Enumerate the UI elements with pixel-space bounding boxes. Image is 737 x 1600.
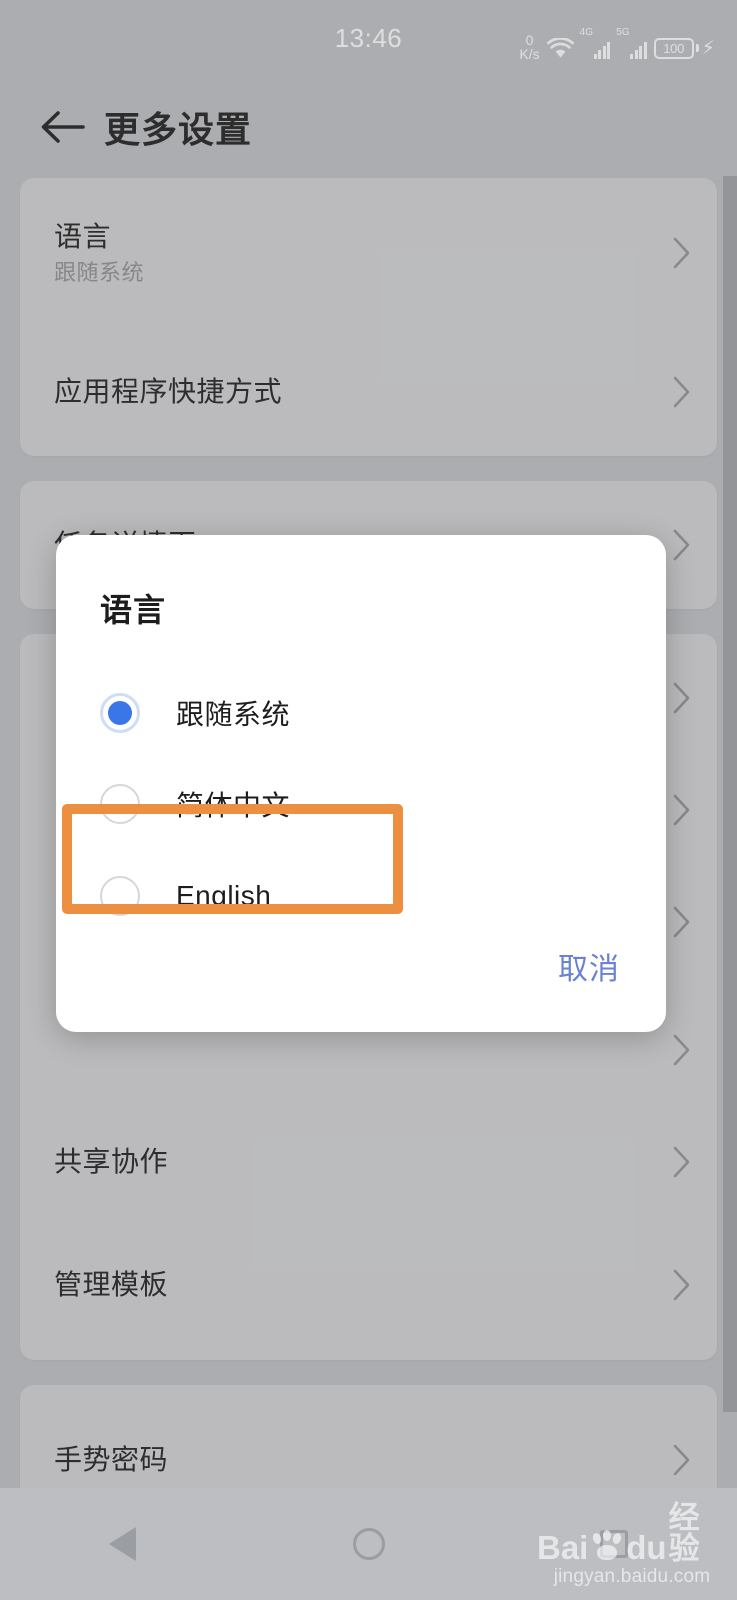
radio-option-label: 简体中文	[176, 789, 291, 821]
status-icons: 0 K/s 4G 5G 100 ⚡	[519, 28, 715, 68]
signal-5g-icon: 5G	[616, 28, 647, 59]
language-dialog: 语言 跟随系统 简体中文 English 取消	[56, 535, 666, 1032]
app-bar: 更多设置	[0, 76, 737, 178]
signal-4g-icon: 4G	[580, 28, 611, 59]
settings-row-share-collab[interactable]: 共享协作	[20, 1114, 717, 1210]
cancel-button[interactable]: 取消	[554, 938, 624, 994]
settings-row-gesture-password[interactable]: 手势密码	[20, 1385, 717, 1488]
radio-icon-unselected[interactable]	[100, 875, 140, 916]
row-subtitle: 跟随系统	[54, 260, 145, 286]
settings-row-app-shortcuts[interactable]: 应用程序快捷方式	[20, 328, 717, 456]
chevron-right-icon	[671, 1443, 693, 1477]
chevron-right-icon	[671, 793, 693, 827]
battery-level-text: 100	[653, 37, 694, 59]
chevron-right-icon	[671, 375, 693, 409]
signal-4g-bars	[593, 42, 611, 59]
settings-card: 手势密码	[20, 1385, 717, 1488]
signal-5g-label: 5G	[616, 27, 630, 38]
chevron-right-icon	[671, 905, 693, 939]
radio-option-label: English	[176, 879, 272, 911]
chevron-right-icon	[671, 528, 693, 562]
battery-icon: 100 ⚡	[653, 37, 715, 59]
signal-5g-bars	[630, 42, 647, 59]
row-title: 手势密码	[54, 1444, 169, 1476]
row-text: 管理模板	[54, 1269, 671, 1300]
row-text: 手势密码	[54, 1444, 671, 1475]
wifi-icon	[546, 36, 574, 59]
phone-screen: 13:46 0 K/s 4G 5G 100 ⚡ 更多设置 语言 跟随系统 应用程…	[0, 0, 737, 1600]
row-title: 语言	[54, 220, 112, 252]
navigation-bar	[0, 1488, 737, 1600]
row-title: 应用程序快捷方式	[54, 376, 283, 408]
radio-icon-unselected[interactable]	[100, 783, 140, 824]
dialog-title: 语言	[100, 592, 167, 628]
chevron-right-icon	[671, 236, 693, 270]
scrollbar[interactable]	[723, 176, 737, 1412]
charging-bolt-icon: ⚡	[701, 37, 715, 59]
radio-icon-selected[interactable]	[100, 692, 140, 733]
radio-option-english[interactable]: English	[56, 850, 666, 941]
settings-card: 语言 跟随系统 应用程序快捷方式	[20, 178, 717, 456]
chevron-right-icon	[671, 1268, 693, 1302]
network-speed-indicator: 0 K/s	[519, 33, 539, 61]
nav-home-circle-icon[interactable]	[246, 1488, 492, 1600]
status-clock: 13:46	[334, 22, 403, 53]
row-text: 共享协作	[54, 1146, 671, 1177]
signal-4g-label: 4G	[579, 27, 593, 38]
network-speed-value: 0	[525, 32, 534, 48]
settings-row-language[interactable]: 语言 跟随系统	[20, 178, 717, 328]
chevron-right-icon	[671, 681, 693, 715]
back-arrow-icon[interactable]	[26, 108, 100, 146]
page-title: 更多设置	[104, 109, 253, 150]
radio-option-follow-system[interactable]: 跟随系统	[56, 667, 666, 758]
nav-recents-square-icon[interactable]	[491, 1488, 737, 1600]
row-title: 管理模板	[54, 1269, 169, 1301]
network-speed-unit: K/s	[519, 46, 540, 62]
nav-back-triangle-icon[interactable]	[0, 1488, 246, 1600]
radio-option-simplified-chinese[interactable]: 简体中文	[56, 758, 666, 849]
settings-row-manage-templates[interactable]: 管理模板	[20, 1210, 717, 1360]
row-title: 共享协作	[54, 1146, 169, 1178]
radio-option-label: 跟随系统	[176, 698, 291, 730]
chevron-right-icon	[671, 1033, 693, 1067]
status-bar: 13:46 0 K/s 4G 5G 100 ⚡	[0, 0, 737, 76]
row-text: 语言 跟随系统	[54, 221, 671, 286]
chevron-right-icon	[671, 1145, 693, 1179]
row-text: 应用程序快捷方式	[54, 376, 671, 407]
battery-cap	[695, 44, 699, 52]
